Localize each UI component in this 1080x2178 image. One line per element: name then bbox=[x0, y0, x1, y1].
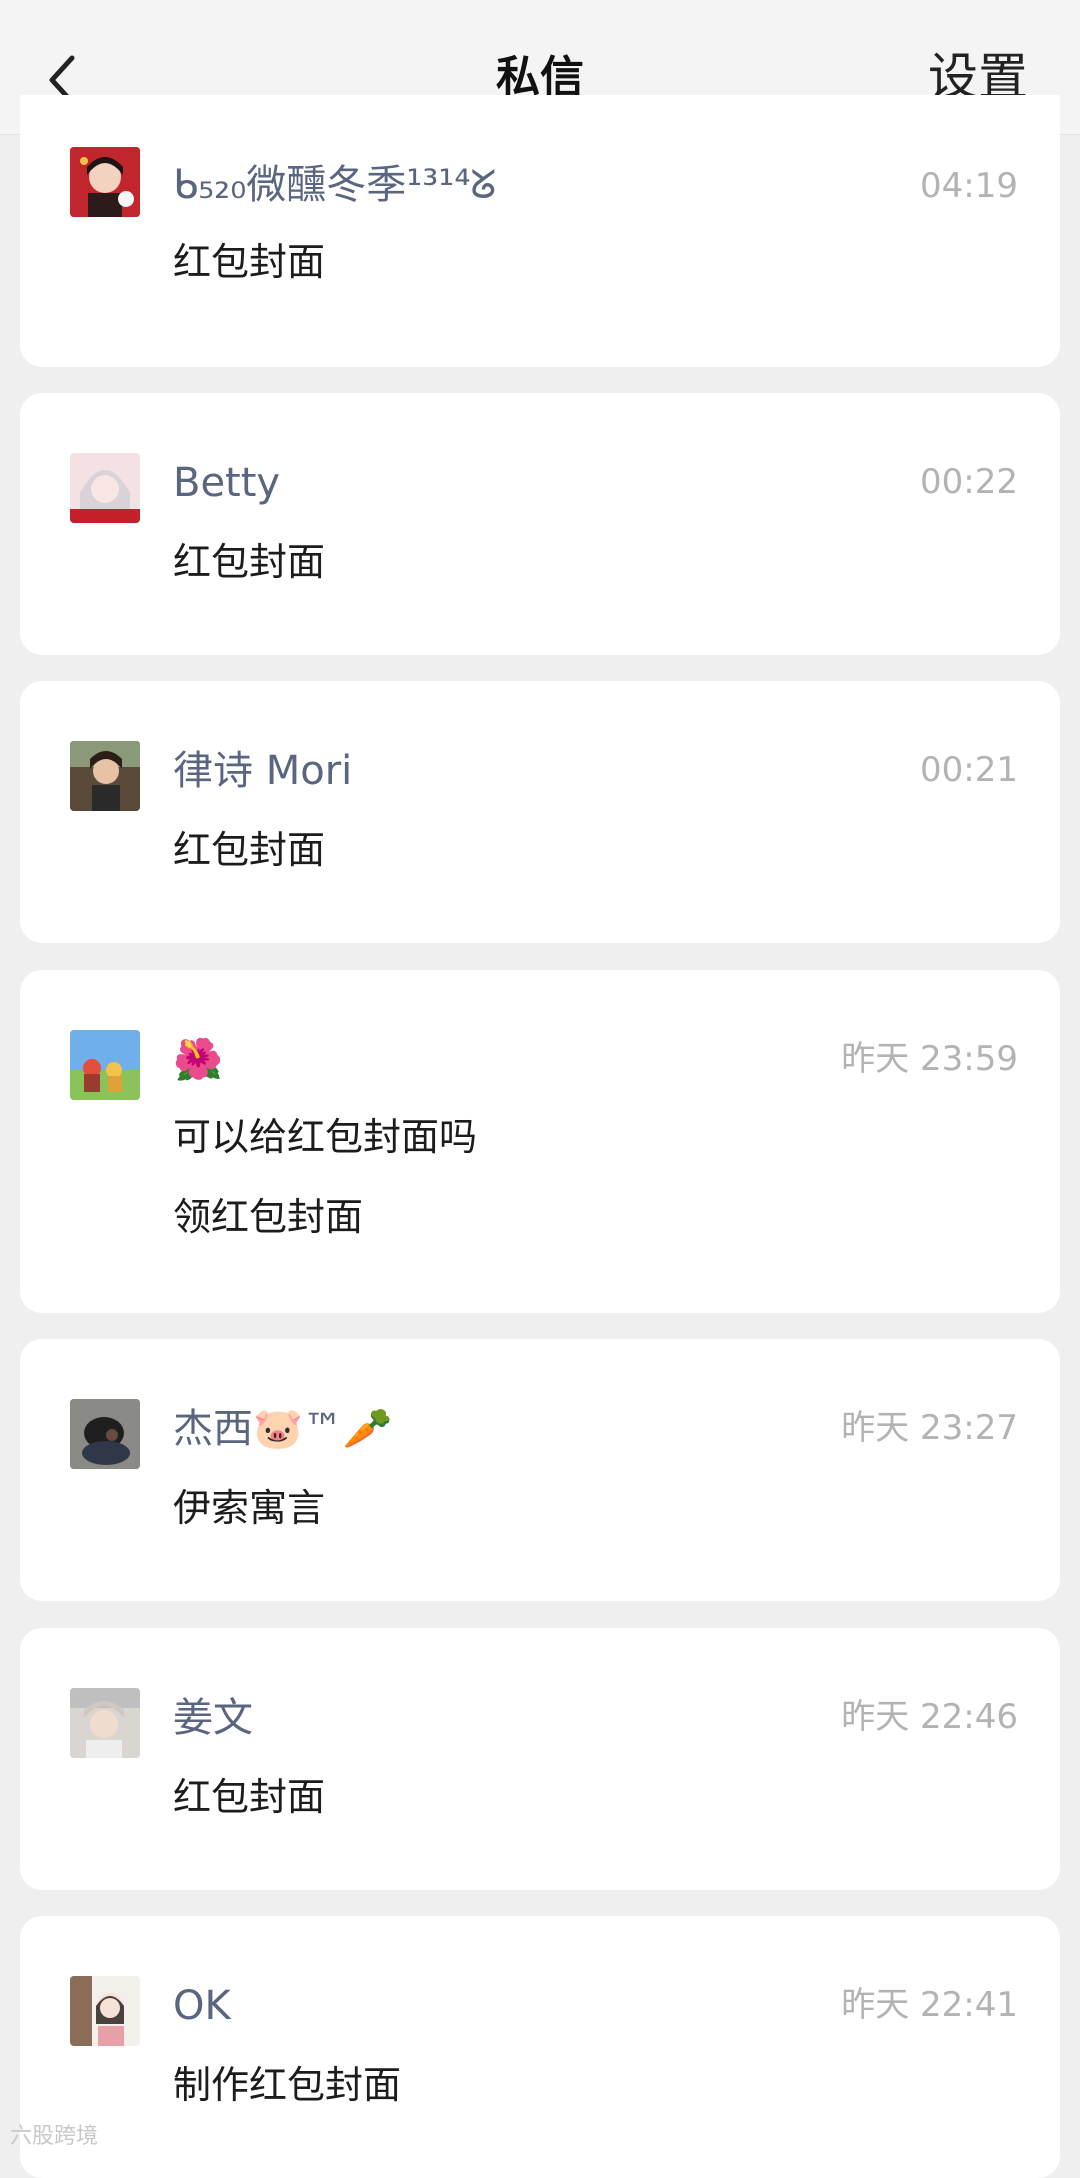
timestamp: 04:19 bbox=[920, 166, 1018, 206]
conversation-item[interactable]: 🌺 昨天 23:59 可以给红包封面吗 领红包封面 bbox=[20, 970, 1060, 1313]
avatar[interactable] bbox=[70, 741, 140, 811]
avatar[interactable] bbox=[70, 1399, 140, 1469]
timestamp: 昨天 22:41 bbox=[841, 1985, 1018, 2025]
message-preview: 红包封面 bbox=[173, 240, 326, 284]
conversation-item[interactable]: 杰西🐷™🥕 昨天 23:27 伊索寓言 bbox=[20, 1339, 1060, 1601]
timestamp: 昨天 23:27 bbox=[841, 1408, 1018, 1448]
contact-name: 杰西🐷™🥕 bbox=[173, 1406, 393, 1452]
timestamp: 昨天 23:59 bbox=[841, 1039, 1018, 1079]
timestamp: 00:22 bbox=[920, 462, 1018, 502]
message-preview: 制作红包封面 bbox=[173, 2063, 402, 2107]
contact-name: 律诗 Mori bbox=[173, 748, 353, 794]
contact-name: 🌺 bbox=[173, 1037, 223, 1083]
message-preview: 伊索寓言 bbox=[173, 1486, 326, 1530]
avatar[interactable] bbox=[70, 1976, 140, 2046]
conversation-item[interactable]: ᑲ₅₂₀微醺冬季¹³¹⁴ᘜ 04:19 红包封面 bbox=[20, 95, 1060, 367]
avatar[interactable] bbox=[70, 1030, 140, 1100]
conversation-item[interactable]: 姜文 昨天 22:46 红包封面 bbox=[20, 1628, 1060, 1890]
avatar[interactable] bbox=[70, 453, 140, 523]
timestamp: 00:21 bbox=[920, 750, 1018, 790]
message-preview: 可以给红包封面吗 bbox=[173, 1115, 478, 1159]
contact-name: Betty bbox=[173, 460, 281, 506]
contact-name: 姜文 bbox=[173, 1695, 253, 1741]
conversation-item[interactable]: OK 昨天 22:41 制作红包封面 bbox=[20, 1916, 1060, 2178]
message-preview: 领红包封面 bbox=[173, 1195, 364, 1239]
watermark: 六股跨境 bbox=[10, 2124, 99, 2149]
message-preview: 红包封面 bbox=[173, 540, 326, 584]
contact-name: OK bbox=[173, 1983, 231, 2029]
conversation-item[interactable]: Betty 00:22 红包封面 bbox=[20, 393, 1060, 655]
message-preview: 红包封面 bbox=[173, 1775, 326, 1819]
timestamp: 昨天 22:46 bbox=[841, 1697, 1018, 1737]
conversation-item[interactable]: 律诗 Mori 00:21 红包封面 bbox=[20, 681, 1060, 943]
contact-name: ᑲ₅₂₀微醺冬季¹³¹⁴ᘜ bbox=[173, 162, 497, 208]
avatar[interactable] bbox=[70, 147, 140, 217]
avatar[interactable] bbox=[70, 1688, 140, 1758]
message-preview: 红包封面 bbox=[173, 828, 326, 872]
